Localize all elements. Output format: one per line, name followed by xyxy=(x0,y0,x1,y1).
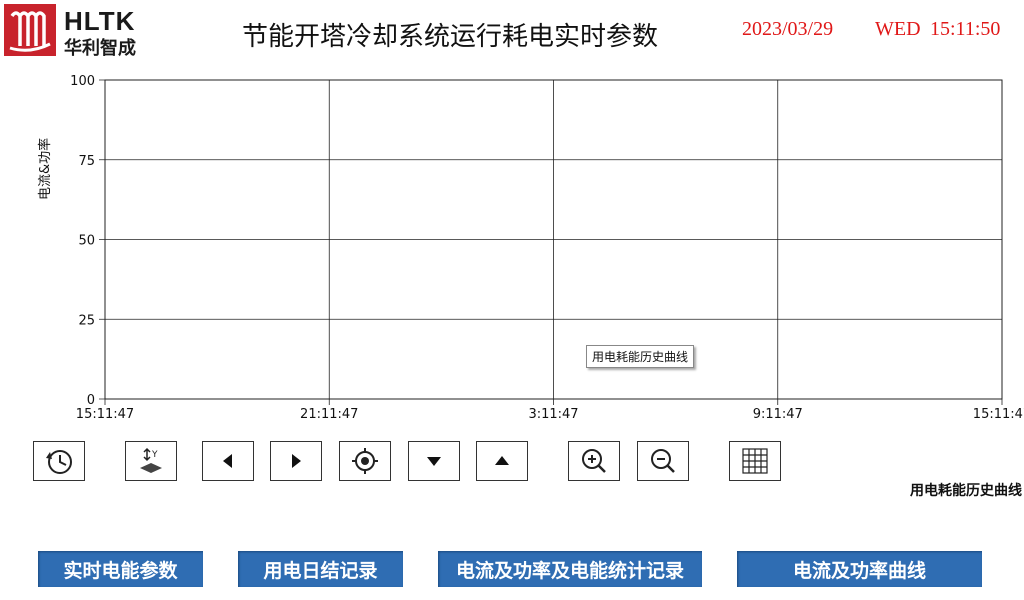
x-tick-label: 3:11:47 xyxy=(528,407,578,420)
nav-realtime-params-button[interactable]: 实时电能参数 xyxy=(38,551,203,587)
nav-current-power-curve-button[interactable]: 电流及功率曲线 xyxy=(737,551,982,587)
arrow-left-icon xyxy=(223,454,232,468)
y-tick-label: 25 xyxy=(78,313,95,328)
x-tick-label: 15:11:47 xyxy=(76,407,134,420)
logo-text-en: HLTK xyxy=(64,6,136,36)
y-tick-label: 0 xyxy=(87,393,95,408)
logo-mark xyxy=(4,4,56,56)
arrow-right-icon xyxy=(292,454,301,468)
x-tick-label: 15:11:47 xyxy=(973,407,1024,420)
y-tick-label: 50 xyxy=(78,234,95,249)
x-tick-label: 9:11:47 xyxy=(753,407,803,420)
nav-statistics-record-button[interactable]: 电流及功率及电能统计记录 xyxy=(438,551,702,587)
grid-toggle-button[interactable] xyxy=(729,441,781,481)
reset-view-button[interactable] xyxy=(339,441,391,481)
y-tick-label: 75 xyxy=(78,154,95,169)
target-icon xyxy=(352,448,378,474)
company-logo: HLTK 华利智成 xyxy=(4,4,154,59)
clock-icon xyxy=(46,450,72,474)
scroll-down-button[interactable] xyxy=(408,441,460,481)
zoom-out-icon xyxy=(651,449,675,473)
nav-daily-record-button[interactable]: 用电日结记录 xyxy=(238,551,403,587)
arrow-up-icon xyxy=(495,456,509,465)
chart-legend: 用电耗能历史曲线 xyxy=(910,483,1022,499)
page-title: 节能开塔冷却系统运行耗电实时参数 xyxy=(242,22,659,52)
chart-tooltip: 用电耗能历史曲线 xyxy=(586,345,695,368)
grid-icon xyxy=(742,448,768,474)
arrow-down-icon xyxy=(427,457,441,466)
time-display: 15:11:50 xyxy=(930,18,1001,40)
svg-text:Y: Y xyxy=(151,450,158,460)
trend-chart-svg: 100 75 50 25 0 15:11:47 21:11:47 3:11:47 9:11:4… xyxy=(70,74,1024,422)
x-tick-label: 21:11:47 xyxy=(300,407,358,420)
y-axis-scale-button[interactable]: Y xyxy=(125,441,177,481)
y-axis-label: 电流&功率 xyxy=(38,137,53,200)
weekday-display: WED xyxy=(875,18,921,40)
trend-chart[interactable]: 100 75 50 25 0 15:11:47 21:11:47 3:11:47 9:11:4… xyxy=(0,70,1024,422)
scroll-left-button[interactable] xyxy=(202,441,254,481)
y-axis-scale-icon: Y xyxy=(140,447,162,473)
logo-text-cn: 华利智成 xyxy=(64,38,136,59)
zoom-in-button[interactable] xyxy=(568,441,620,481)
zoom-in-icon xyxy=(582,449,606,473)
y-tick-label: 100 xyxy=(70,74,95,89)
scroll-up-button[interactable] xyxy=(476,441,528,481)
date-display: 2023/03/29 xyxy=(742,18,834,40)
scroll-right-button[interactable] xyxy=(270,441,322,481)
zoom-out-button[interactable] xyxy=(637,441,689,481)
clock-button[interactable] xyxy=(33,441,85,481)
